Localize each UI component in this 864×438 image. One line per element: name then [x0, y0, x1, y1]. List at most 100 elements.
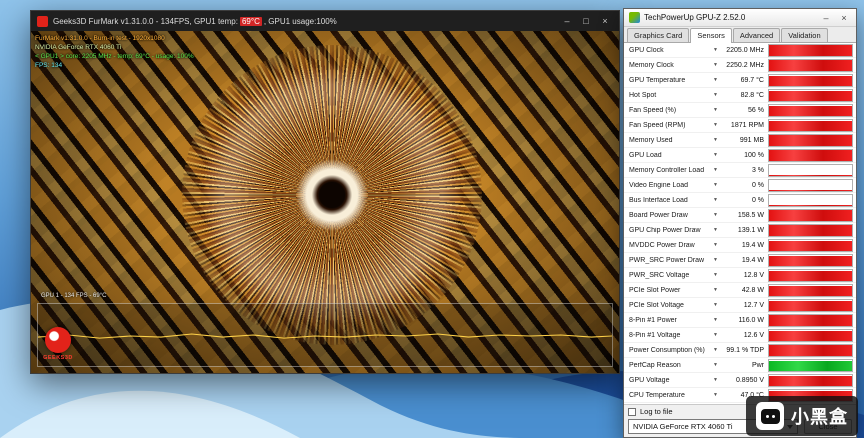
sensor-bar-fill	[769, 345, 852, 356]
chevron-down-icon[interactable]: ▼	[713, 317, 722, 323]
sensor-label: GPU Clock	[629, 46, 664, 54]
sensor-history-bar	[768, 313, 853, 327]
chevron-down-icon[interactable]: ▼	[713, 227, 722, 233]
sensor-row[interactable]: GPU Clock ▼ 2205.0 MHz	[624, 43, 856, 58]
sensor-bar-fill	[769, 330, 852, 341]
gpuz-tab[interactable]: Advanced	[732, 28, 781, 42]
sensor-label: PCIe Slot Voltage	[629, 301, 684, 309]
sensor-row[interactable]: PWR_SRC Power Draw ▼ 19.4 W	[624, 253, 856, 268]
sensor-row[interactable]: Fan Speed (RPM) ▼ 1871 RPM	[624, 118, 856, 133]
sensor-bar-fill	[769, 45, 852, 56]
chevron-down-icon[interactable]: ▼	[713, 77, 722, 83]
sensor-row[interactable]: GPU Voltage ▼ 0.8950 V	[624, 373, 856, 388]
chevron-down-icon[interactable]: ▼	[713, 182, 722, 188]
sensor-row[interactable]: GPU Temperature ▼ 69.7 °C	[624, 73, 856, 88]
sensor-history-bar	[768, 178, 853, 192]
sensor-row[interactable]: Video Engine Load ▼ 0 %	[624, 178, 856, 193]
chevron-down-icon[interactable]: ▼	[713, 47, 722, 53]
sensor-row[interactable]: 8-Pin #1 Power ▼ 116.0 W	[624, 313, 856, 328]
log-to-file-checkbox[interactable]	[628, 407, 636, 416]
sensor-value: 116.0 W	[738, 316, 764, 324]
logo-eye-left	[765, 414, 769, 418]
sensor-value: 82.8 °C	[740, 91, 764, 99]
sensor-bar-fill	[769, 225, 852, 236]
graphics-card-select-value: NVIDIA GeForce RTX 4060 Ti	[633, 422, 733, 431]
chevron-down-icon[interactable]: ▼	[713, 257, 722, 263]
sensor-value: 56 %	[748, 106, 764, 114]
close-button[interactable]: ×	[597, 16, 613, 26]
sensor-row[interactable]: GPU Chip Power Draw ▼ 139.1 W	[624, 223, 856, 238]
sensor-value: 19.4 W	[741, 256, 764, 264]
furmark-logo: GEEKS3D	[41, 327, 75, 361]
chevron-down-icon[interactable]: ▼	[713, 107, 722, 113]
gpuz-tab[interactable]: Graphics Card	[627, 28, 690, 42]
sensor-bar-fill	[769, 75, 852, 86]
geeks3d-logo-icon	[45, 327, 71, 353]
chevron-down-icon[interactable]: ▼	[713, 62, 722, 68]
chevron-down-icon[interactable]: ▼	[713, 167, 722, 173]
sensor-row[interactable]: PCIe Slot Voltage ▼ 12.7 V	[624, 298, 856, 313]
sensor-bar-fill	[769, 270, 852, 281]
gpuz-tab[interactable]: Sensors	[690, 28, 732, 43]
chevron-down-icon[interactable]: ▼	[713, 152, 722, 158]
chevron-down-icon[interactable]: ▼	[713, 272, 722, 278]
sensor-row[interactable]: 8-Pin #1 Voltage ▼ 12.6 V	[624, 328, 856, 343]
close-button[interactable]: ×	[837, 13, 851, 23]
sensor-bar-fill	[769, 120, 852, 131]
chevron-down-icon[interactable]: ▼	[713, 302, 722, 308]
sensor-bar-fill	[769, 105, 852, 116]
sensor-row[interactable]: PWR_SRC Voltage ▼ 12.8 V	[624, 268, 856, 283]
chevron-down-icon[interactable]: ▼	[713, 332, 722, 338]
sensor-value: 1871 RPM	[730, 121, 764, 129]
sensor-row[interactable]: GPU Load ▼ 100 %	[624, 148, 856, 163]
sensor-value: 158.5 W	[737, 211, 764, 219]
watermark-badge: 小黑盒	[746, 396, 858, 436]
sensor-value: 12.6 V	[743, 331, 764, 339]
chevron-down-icon[interactable]: ▼	[713, 212, 722, 218]
sensor-history-bar	[768, 298, 853, 312]
furmark-window-controls: – □ ×	[559, 16, 613, 26]
sensor-row[interactable]: Memory Clock ▼ 2250.2 MHz	[624, 58, 856, 73]
chevron-down-icon[interactable]: ▼	[713, 377, 722, 383]
sensor-list: GPU Clock ▼ 2205.0 MHz Memory Clock ▼ 22…	[624, 43, 856, 404]
chevron-down-icon[interactable]: ▼	[713, 362, 722, 368]
chevron-down-icon[interactable]: ▼	[713, 287, 722, 293]
sensor-row[interactable]: Power Consumption (%) ▼ 99.1 % TDP	[624, 343, 856, 358]
sensor-row[interactable]: Fan Speed (%) ▼ 56 %	[624, 103, 856, 118]
chevron-down-icon[interactable]: ▼	[713, 137, 722, 143]
sensor-label: GPU Load	[629, 151, 662, 159]
sensor-bar-fill	[769, 174, 852, 176]
sensor-row[interactable]: Memory Used ▼ 991 MB	[624, 133, 856, 148]
sensor-label: GPU Temperature	[629, 76, 686, 84]
furmark-title-temp-badge: 69°C	[239, 16, 262, 26]
chevron-down-icon[interactable]: ▼	[713, 197, 722, 203]
sensor-label: Bus Interface Load	[629, 196, 688, 204]
chevron-down-icon[interactable]: ▼	[713, 392, 722, 398]
sensor-row[interactable]: Bus Interface Load ▼ 0 %	[624, 193, 856, 208]
sensor-history-bar	[768, 118, 853, 132]
chevron-down-icon[interactable]: ▼	[713, 122, 722, 128]
minimize-button[interactable]: –	[819, 13, 833, 23]
furmark-title-prefix: Geeks3D FurMark v1.31.0.0 - 134FPS, GPU1…	[53, 16, 238, 26]
sensor-row[interactable]: MVDDC Power Draw ▼ 19.4 W	[624, 238, 856, 253]
sensor-row[interactable]: PerfCap Reason ▼ Pwr	[624, 358, 856, 373]
maximize-button[interactable]: □	[578, 16, 594, 26]
gpuz-tab[interactable]: Validation	[781, 28, 828, 42]
sensor-value: 69.7 °C	[740, 76, 764, 84]
minimize-button[interactable]: –	[559, 16, 575, 26]
sensor-bar-fill	[769, 256, 852, 266]
sensor-row[interactable]: Memory Controller Load ▼ 3 %	[624, 163, 856, 178]
sensor-bar-fill	[769, 90, 852, 101]
chevron-down-icon[interactable]: ▼	[713, 242, 722, 248]
sensor-row[interactable]: Board Power Draw ▼ 158.5 W	[624, 208, 856, 223]
sensor-row[interactable]: PCIe Slot Power ▼ 42.8 W	[624, 283, 856, 298]
sensor-row[interactable]: Hot Spot ▼ 82.8 °C	[624, 88, 856, 103]
sensor-bar-fill	[769, 149, 852, 161]
furmark-window: Geeks3D FurMark v1.31.0.0 - 134FPS, GPU1…	[30, 10, 620, 374]
furmark-titlebar[interactable]: Geeks3D FurMark v1.31.0.0 - 134FPS, GPU1…	[31, 11, 619, 31]
chevron-down-icon[interactable]: ▼	[713, 347, 722, 353]
gpuz-titlebar[interactable]: TechPowerUp GPU-Z 2.52.0 – ×	[624, 9, 856, 27]
chevron-down-icon[interactable]: ▼	[713, 92, 722, 98]
furmark-render-viewport: FurMark v1.31.0.0 - Burn-in test - 1920x…	[31, 31, 619, 373]
osd-line: FPS: 134	[35, 62, 63, 69]
